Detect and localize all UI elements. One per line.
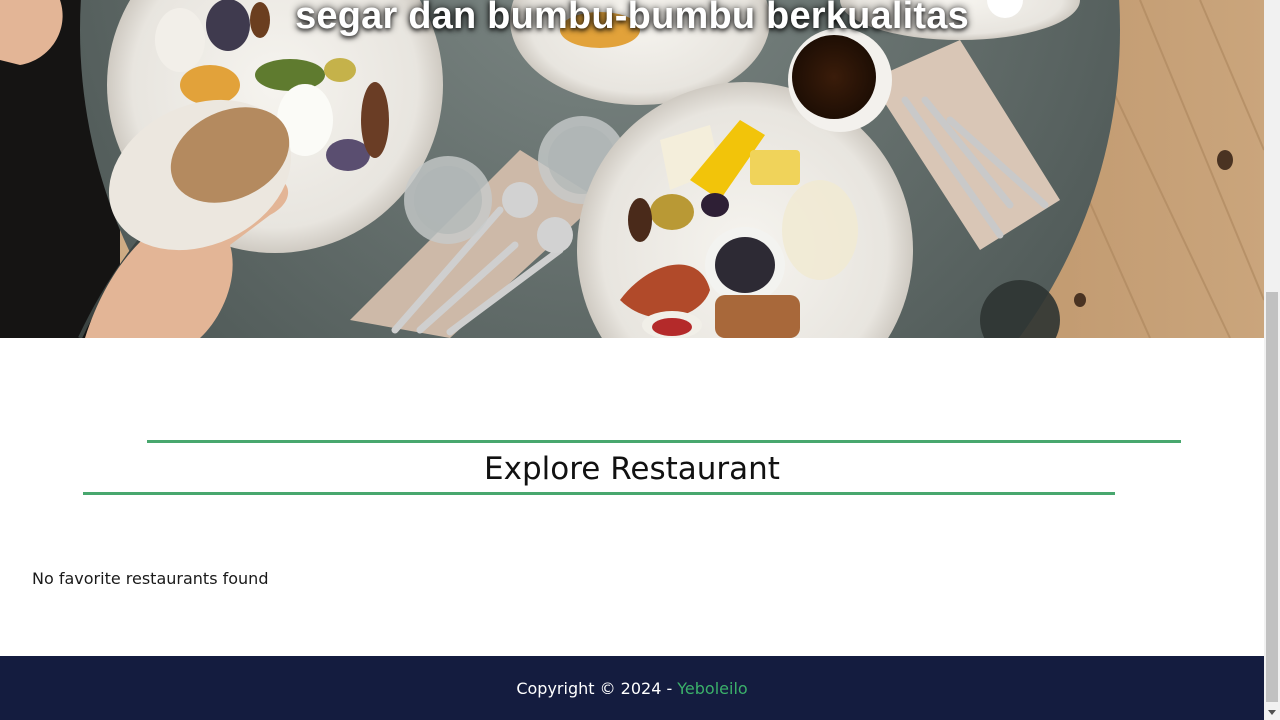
footer-copyright: Copyright © 2024 - bbox=[516, 678, 673, 698]
hero-banner: segar dan bumbu-bumbu berkualitas bbox=[0, 0, 1264, 338]
hero-image bbox=[0, 0, 1264, 338]
title-decoration-top bbox=[147, 440, 1181, 443]
hero-tagline: segar dan bumbu-bumbu berkualitas bbox=[295, 0, 969, 37]
browser-viewport: segar dan bumbu-bumbu berkualitas Explor… bbox=[0, 0, 1280, 720]
section-title: Explore Restaurant bbox=[484, 451, 780, 487]
scroll-down-arrow-icon[interactable] bbox=[1264, 704, 1280, 720]
footer-brand-link[interactable]: Yeboleilo bbox=[677, 679, 747, 698]
scrollbar-thumb[interactable] bbox=[1266, 292, 1278, 702]
page: segar dan bumbu-bumbu berkualitas Explor… bbox=[0, 0, 1264, 720]
main-content: Explore Restaurant No favorite restauran… bbox=[0, 338, 1264, 656]
title-decoration-bottom bbox=[83, 492, 1115, 495]
empty-state-message: No favorite restaurants found bbox=[32, 569, 269, 588]
footer: Copyright © 2024 - Yeboleilo bbox=[0, 656, 1264, 720]
page-scrollbar[interactable] bbox=[1264, 0, 1280, 720]
